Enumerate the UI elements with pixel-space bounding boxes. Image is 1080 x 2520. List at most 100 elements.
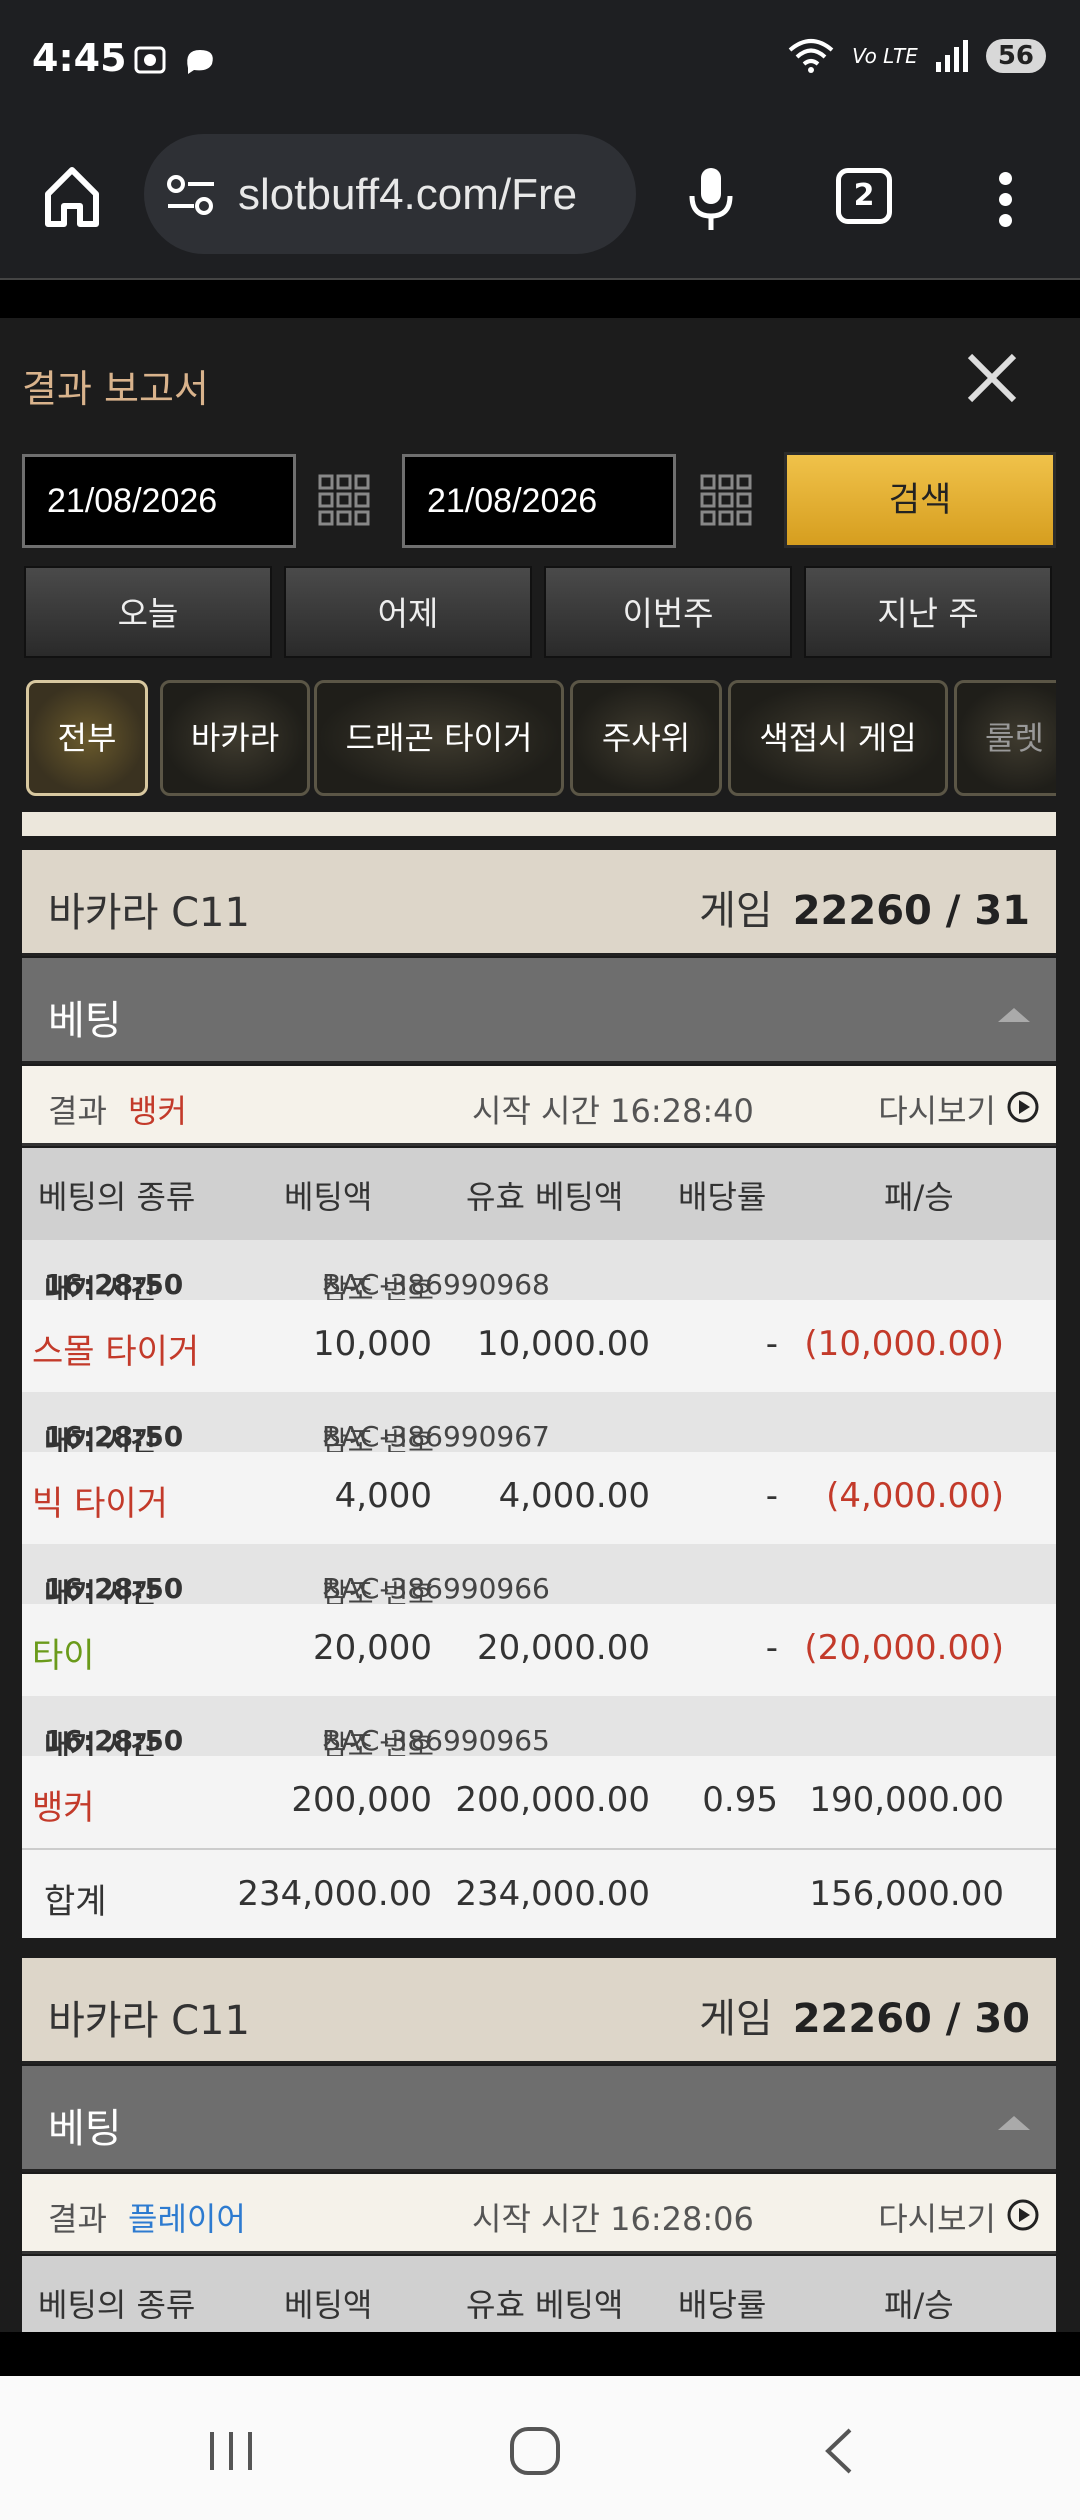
result-value: 플레이어 bbox=[128, 2200, 246, 2238]
bet-ref-number: BAC-386990968 bbox=[322, 1268, 550, 1301]
panel-title: 결과 보고서 bbox=[22, 367, 209, 411]
total-label: 합계 bbox=[44, 1882, 107, 1922]
play-icon[interactable] bbox=[1006, 2198, 1040, 2232]
bet-amount: 20,000 bbox=[313, 1628, 432, 1668]
play-icon[interactable] bbox=[1006, 1090, 1040, 1124]
address-bar[interactable]: slotbuff4.com/Fre bbox=[144, 134, 636, 254]
calendar-icon[interactable] bbox=[700, 474, 752, 526]
total-row: 합계 234,000.00 234,000.00 156,000.00 bbox=[22, 1848, 1056, 1938]
category-tabs: 전부 바카라 드래곤 타이거 주사위 색접시 게임 룰렛 bbox=[24, 680, 1056, 800]
bet-amount: 200,000 bbox=[291, 1780, 432, 1820]
game-round: 22260 / 31 bbox=[792, 888, 1030, 934]
bet-ref-row: 내기 시간 16:28:50 참조 번호 BAC-386990966 bbox=[22, 1544, 1056, 1610]
bet-winloss: 190,000.00 bbox=[809, 1780, 1004, 1820]
home-nav-icon[interactable] bbox=[506, 2426, 566, 2476]
date-from-input[interactable]: 21/08/2026 bbox=[22, 454, 296, 548]
more-menu-icon[interactable] bbox=[996, 164, 1016, 234]
recent-apps-icon[interactable] bbox=[206, 2426, 256, 2476]
col-valid: 유효 베팅액 bbox=[466, 2286, 624, 2324]
range-last-week-button[interactable]: 지난 주 bbox=[804, 566, 1052, 658]
calendar-icon[interactable] bbox=[318, 474, 370, 526]
total-amount: 234,000.00 bbox=[237, 1874, 432, 1914]
bet-valid: 200,000.00 bbox=[455, 1780, 650, 1820]
game-table-name: 바카라 C11 bbox=[48, 890, 250, 936]
start-time-label: 시작 시간 bbox=[472, 2200, 600, 2238]
bet-valid: 10,000.00 bbox=[476, 1324, 650, 1364]
game-card-header: 바카라 C11 게임 22260 / 30 bbox=[22, 1958, 1056, 2064]
back-icon[interactable] bbox=[816, 2426, 866, 2476]
game-label: 게임 bbox=[699, 1996, 773, 2042]
bet-amount: 4,000 bbox=[334, 1476, 432, 1516]
range-yesterday-button[interactable]: 어제 bbox=[284, 566, 532, 658]
search-button[interactable]: 검색 bbox=[784, 452, 1056, 548]
betting-title: 베팅 bbox=[48, 2106, 122, 2152]
home-icon[interactable] bbox=[42, 162, 102, 232]
result-row: 결과 뱅커 시작 시간 16:28:40 다시보기 bbox=[22, 1066, 1056, 1146]
bet-time: 16:28:50 bbox=[44, 1572, 184, 1605]
betting-title: 베팅 bbox=[48, 998, 122, 1044]
betting-section-header[interactable]: 베팅 bbox=[22, 958, 1056, 1064]
col-winloss: 패/승 bbox=[884, 1178, 954, 1216]
bet-odds: - bbox=[765, 1476, 778, 1516]
bet-column-header: 베팅의 종류 베팅액 유효 베팅액 배당률 패/승 bbox=[22, 2256, 1056, 2332]
bet-odds: 0.95 bbox=[702, 1780, 778, 1820]
microphone-icon[interactable] bbox=[686, 164, 736, 234]
col-type: 베팅의 종류 bbox=[38, 2286, 196, 2324]
tab-switcher-button[interactable]: 2 bbox=[836, 168, 892, 224]
betting-section-header[interactable]: 베팅 bbox=[22, 2066, 1056, 2172]
bet-ref-number: BAC-386990966 bbox=[322, 1572, 550, 1605]
game-table-name: 바카라 C11 bbox=[48, 1998, 250, 2044]
site-settings-icon[interactable] bbox=[166, 174, 216, 218]
signal-icon bbox=[935, 40, 968, 72]
tab-dragon-tiger[interactable]: 드래곤 타이거 bbox=[314, 680, 564, 796]
system-navigation-bar bbox=[0, 2376, 1080, 2520]
replay-link[interactable]: 다시보기 bbox=[878, 1086, 996, 1132]
tab-all[interactable]: 전부 bbox=[26, 680, 148, 796]
range-this-week-button[interactable]: 이번주 bbox=[544, 566, 792, 658]
col-odds: 배당률 bbox=[678, 2286, 767, 2324]
replay-link[interactable]: 다시보기 bbox=[878, 2194, 996, 2240]
tab-roulette[interactable]: 룰렛 bbox=[954, 680, 1056, 796]
close-icon[interactable] bbox=[962, 348, 1022, 408]
list-top-strip bbox=[22, 812, 1056, 836]
battery-indicator: 56 bbox=[985, 39, 1046, 73]
col-winloss: 패/승 bbox=[884, 2286, 954, 2324]
browser-toolbar: slotbuff4.com/Fre 2 bbox=[0, 120, 1080, 280]
bet-time: 16:28:50 bbox=[44, 1420, 184, 1453]
result-report-panel: 결과 보고서 21/08/2026 21/08/2026 검색 오늘 어제 이번… bbox=[0, 318, 1080, 2332]
bet-winloss: (4,000.00) bbox=[826, 1476, 1004, 1516]
collapse-arrow-icon[interactable] bbox=[998, 1008, 1030, 1022]
tab-color-plate[interactable]: 색접시 게임 bbox=[728, 680, 948, 796]
bet-column-header: 베팅의 종류 베팅액 유효 베팅액 배당률 패/승 bbox=[22, 1148, 1056, 1240]
bet-ref-row: 내기 시간 16:28:50 참조 번호 BAC-386990967 bbox=[22, 1392, 1056, 1458]
page-top-strip bbox=[0, 278, 1080, 318]
bet-type: 스몰 타이거 bbox=[32, 1332, 200, 1372]
tab-baccarat[interactable]: 바카라 bbox=[160, 680, 310, 796]
screenshot-icon bbox=[134, 46, 166, 74]
network-label: Vo LTE bbox=[852, 44, 918, 68]
table-row: 타이 20,000 20,000.00 - (20,000.00) bbox=[22, 1604, 1056, 1696]
table-row: 빅 타이거 4,000 4,000.00 - (4,000.00) bbox=[22, 1452, 1056, 1544]
result-row: 결과 플레이어 시작 시간 16:28:06 다시보기 bbox=[22, 2174, 1056, 2254]
start-time-value: 16:28:06 bbox=[610, 2200, 754, 2238]
col-valid: 유효 베팅액 bbox=[466, 1178, 624, 1216]
chat-bubble-icon bbox=[187, 50, 213, 74]
bet-amount: 10,000 bbox=[313, 1324, 432, 1364]
bet-odds: - bbox=[765, 1628, 778, 1668]
result-value: 뱅커 bbox=[128, 1092, 187, 1130]
collapse-arrow-icon[interactable] bbox=[998, 2116, 1030, 2130]
table-row: 뱅커 200,000 200,000.00 0.95 190,000.00 bbox=[22, 1756, 1056, 1848]
col-type: 베팅의 종류 bbox=[38, 1178, 196, 1216]
range-today-button[interactable]: 오늘 bbox=[24, 566, 272, 658]
wifi-icon bbox=[788, 39, 834, 73]
bet-ref-row: 내기 시간 16:28:50 참조 번호 BAC-386990968 bbox=[22, 1240, 1056, 1306]
url-text[interactable]: slotbuff4.com/Fre bbox=[238, 170, 577, 220]
total-winloss: 156,000.00 bbox=[809, 1874, 1004, 1914]
bet-ref-number: BAC-386990965 bbox=[322, 1724, 550, 1757]
date-to-input[interactable]: 21/08/2026 bbox=[402, 454, 676, 548]
tab-dice[interactable]: 주사위 bbox=[570, 680, 722, 796]
bet-time: 16:28:50 bbox=[44, 1724, 184, 1757]
game-round: 22260 / 30 bbox=[792, 1996, 1030, 2042]
bet-type: 빅 타이거 bbox=[32, 1484, 168, 1524]
bet-type: 뱅커 bbox=[32, 1788, 95, 1828]
